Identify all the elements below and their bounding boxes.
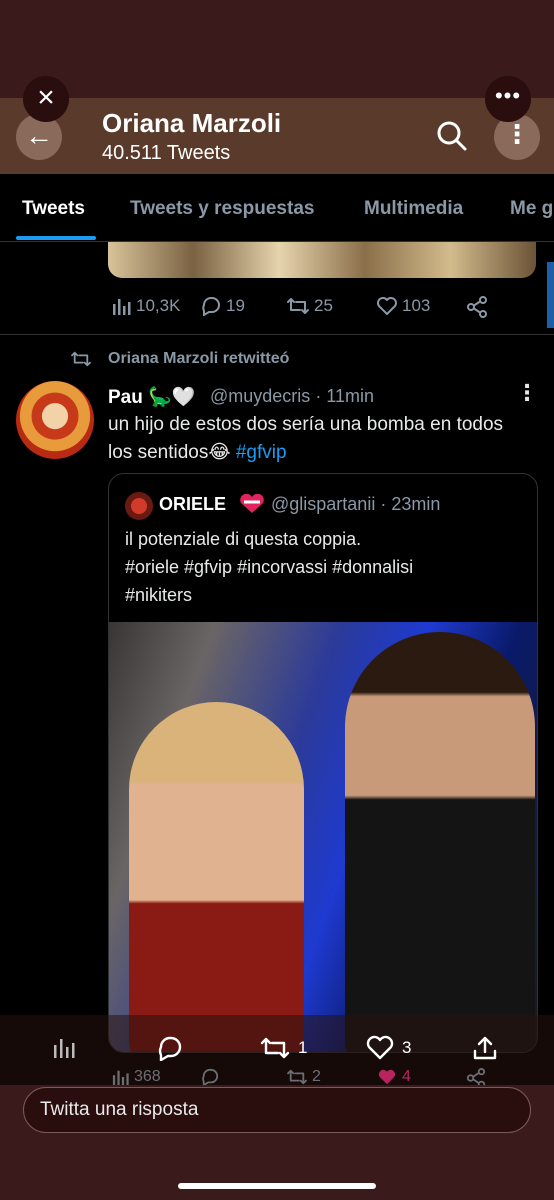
tab-media[interactable]: Multimedia xyxy=(364,198,463,220)
reply-count: 19 xyxy=(226,296,245,315)
quote-avatar xyxy=(125,492,153,520)
profile-tabs: Tweets Tweets y respuestas Multimedia Me… xyxy=(0,174,554,242)
photo-person-woman xyxy=(129,702,304,1052)
home-indicator[interactable] xyxy=(178,1183,376,1189)
retweet-action[interactable]: 25 xyxy=(286,296,333,316)
quote-author-handle: @glispartanii · 23min xyxy=(271,494,441,514)
views-value: 10,3K xyxy=(136,296,181,315)
retweet-icon xyxy=(287,298,309,314)
like-count: 103 xyxy=(402,296,431,315)
search-icon xyxy=(437,121,467,151)
quote-text: il potenziale di questa coppia. #oriele … xyxy=(125,529,414,605)
views-value: 368 xyxy=(134,1068,161,1085)
hashtag-link[interactable]: #gfvip xyxy=(236,442,287,463)
like-count: 4 xyxy=(402,1068,411,1085)
tweet-divider xyxy=(0,334,554,335)
reply-action[interactable] xyxy=(200,1068,220,1086)
retweet-icon xyxy=(287,1069,307,1085)
heart-filled-icon xyxy=(378,1069,396,1085)
tab-tweets[interactable]: Tweets xyxy=(22,198,85,220)
reply-action[interactable]: 19 xyxy=(200,296,245,316)
scroll-edge xyxy=(547,262,554,328)
previous-tweet-image[interactable] xyxy=(108,242,536,278)
retweet-button[interactable]: 1 xyxy=(260,1035,307,1061)
avatar[interactable] xyxy=(16,381,94,459)
retweet-action[interactable]: 2 xyxy=(286,1068,321,1086)
profile-header: ← Oriana Marzoli 40.511 Tweets ⋮ xyxy=(0,98,554,174)
like-count: 3 xyxy=(402,1038,412,1057)
tweet-author-handle[interactable]: @muydecris · 11min xyxy=(210,386,374,407)
profile-name: Oriana Marzoli xyxy=(102,108,282,138)
reply-icon xyxy=(202,1068,219,1086)
quote-author-name: ORIELE xyxy=(159,494,227,514)
analytics-icon xyxy=(113,299,131,315)
retweet-count: 2 xyxy=(312,1068,321,1085)
heart-icon xyxy=(366,1035,394,1060)
heart-icon xyxy=(377,297,397,315)
active-tab-indicator xyxy=(16,236,96,240)
photo-person-man xyxy=(345,632,535,1052)
tweet-more-button[interactable]: ⋮ xyxy=(516,380,538,406)
reply-icon xyxy=(158,1036,182,1061)
overflow-menu-button[interactable]: ••• xyxy=(485,76,531,122)
retweet-banner-icon xyxy=(71,351,91,367)
reply-composer: Twitta una risposta xyxy=(0,1085,554,1200)
top-overlay-bar xyxy=(0,0,554,98)
like-action[interactable]: 4 xyxy=(376,1068,411,1086)
tweet-author-name[interactable]: Pau 🦕🤍 xyxy=(108,385,195,409)
retweet-count: 1 xyxy=(298,1038,308,1057)
views-count[interactable]: 368 xyxy=(112,1068,161,1086)
like-button[interactable]: 3 xyxy=(366,1035,411,1061)
like-action[interactable]: 103 xyxy=(376,296,430,316)
share-action[interactable] xyxy=(466,296,488,318)
retweet-count: 25 xyxy=(314,296,333,315)
retweet-banner-label[interactable]: Oriana Marzoli retwitteó xyxy=(108,350,289,368)
tab-tweets-replies[interactable]: Tweets y respuestas xyxy=(130,198,314,220)
heart-emoji-icon xyxy=(240,494,264,513)
analytics-button[interactable] xyxy=(52,1035,76,1059)
search-button[interactable] xyxy=(432,116,472,156)
share-icon xyxy=(467,296,487,318)
reply-button[interactable] xyxy=(156,1035,184,1061)
quoted-tweet[interactable]: ORIELE @glispartanii · 23min il potenzia… xyxy=(108,473,538,1053)
tweet-text: un hijo de estos dos sería una bomba en … xyxy=(108,414,504,463)
reply-icon xyxy=(202,297,220,316)
views-count[interactable]: 10,3K xyxy=(112,296,180,316)
share-button[interactable] xyxy=(472,1035,498,1061)
retweet-icon xyxy=(260,1037,290,1059)
analytics-icon xyxy=(112,1070,129,1086)
tweet-count: 40.511 Tweets xyxy=(102,142,231,164)
upload-icon xyxy=(473,1036,497,1060)
reply-input[interactable]: Twitta una risposta xyxy=(23,1087,531,1133)
close-button[interactable]: × xyxy=(23,76,69,122)
quote-photo[interactable] xyxy=(109,622,537,1052)
analytics-icon xyxy=(54,1039,75,1058)
tab-likes[interactable]: Me gusta xyxy=(510,198,554,220)
